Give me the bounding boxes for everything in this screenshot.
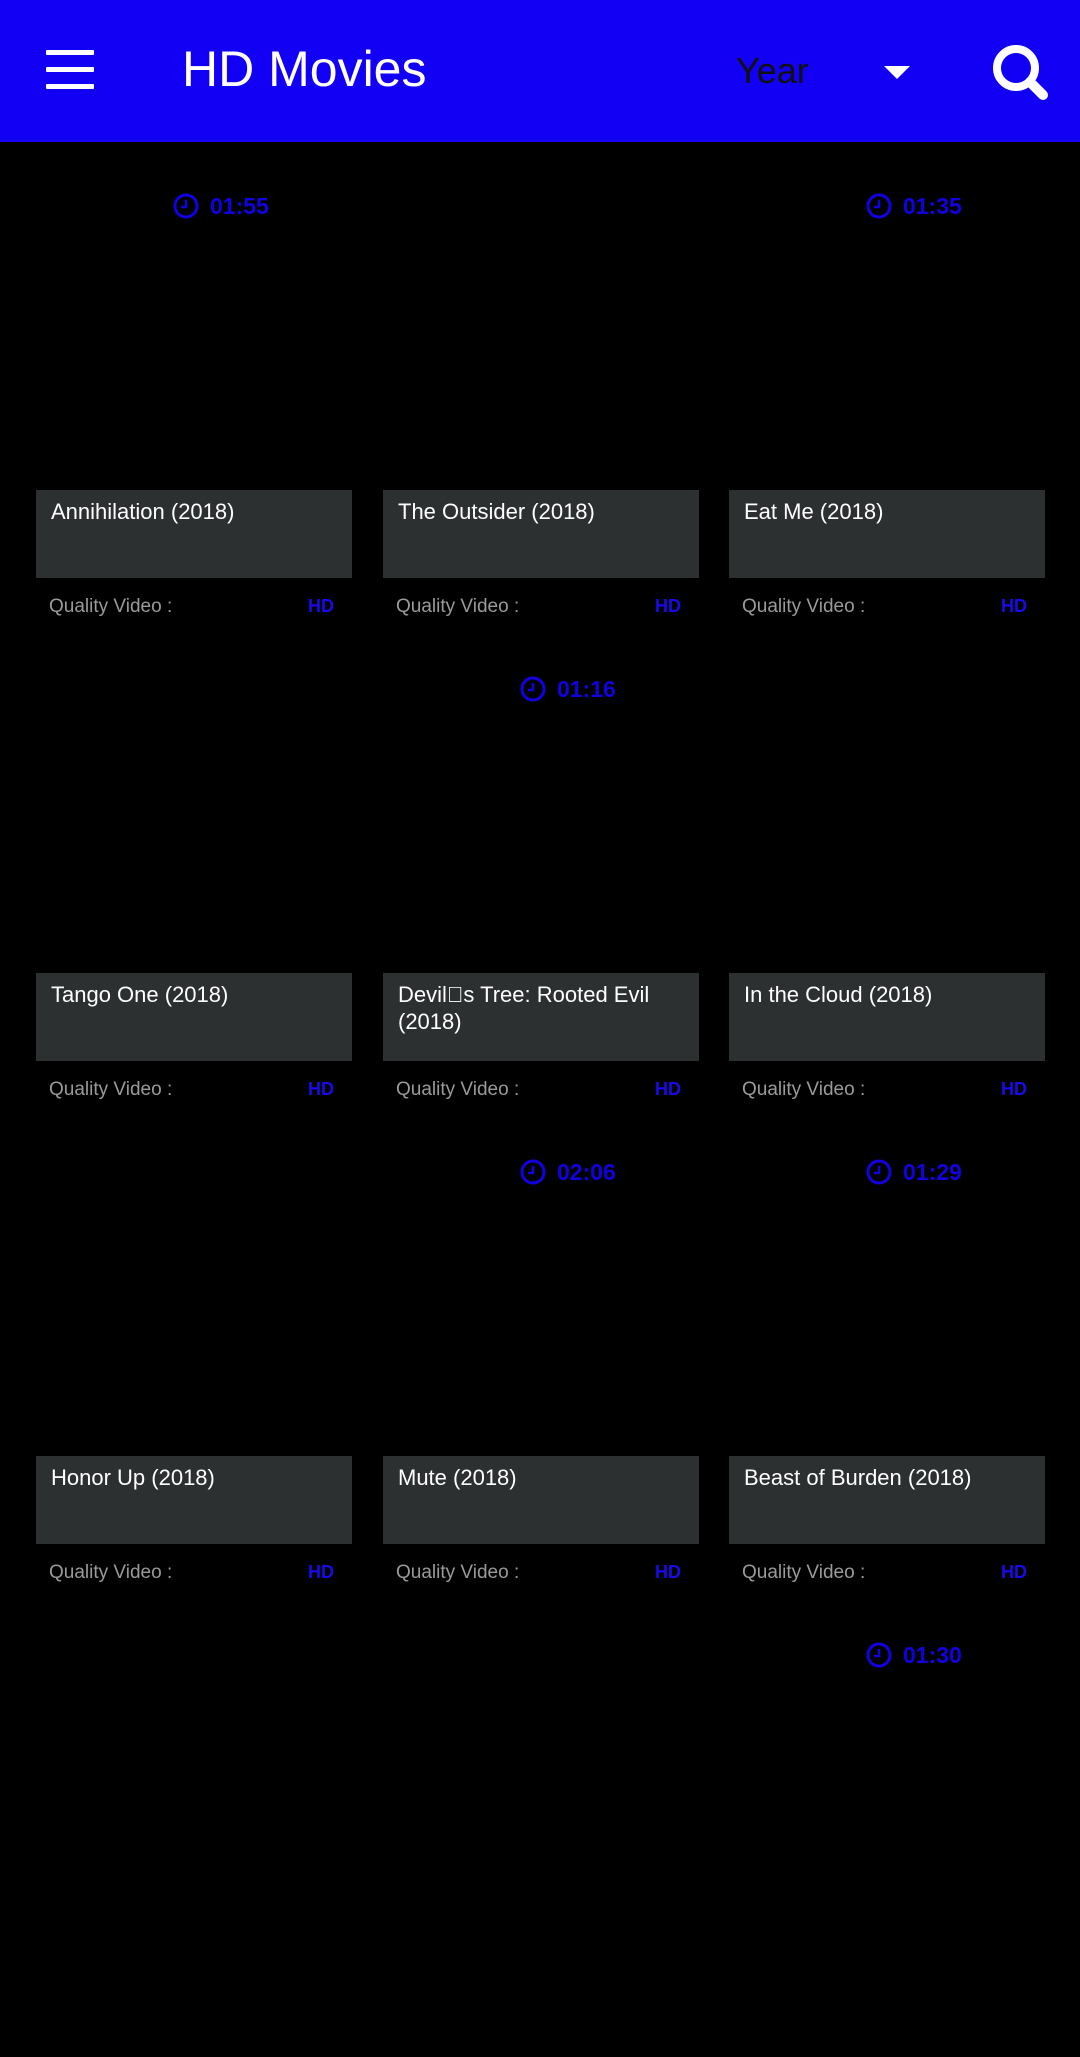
- menu-line: [46, 67, 94, 72]
- movie-card[interactable]: [36, 1591, 352, 2057]
- movie-title: Tango One (2018): [51, 982, 229, 1007]
- movie-thumbnail[interactable]: 01:30: [729, 1591, 1045, 1939]
- movie-card[interactable]: 02:06 Mute (2018) Quality Video : HD: [383, 1108, 699, 1583]
- movie-card[interactable]: 01:55 Annihilation (2018) Quality Video : H…: [36, 142, 352, 617]
- quality-label: Quality Video :: [396, 596, 520, 617]
- search-icon[interactable]: [980, 36, 1060, 106]
- duration-badge: 01:55: [172, 190, 269, 222]
- movie-title-box[interactable]: Annihilation (2018): [36, 490, 352, 578]
- duration-text: 01:55: [210, 192, 269, 219]
- movie-title-box[interactable]: The Outsider (2018): [383, 490, 699, 578]
- duration-text: 02:06: [557, 1158, 616, 1185]
- quality-row: Quality Video : HD: [36, 1075, 352, 1105]
- quality-row: Quality Video : HD: [383, 1558, 699, 1588]
- duration-badge: 01:30: [865, 1639, 962, 1671]
- quality-badge: HD: [308, 596, 334, 616]
- quality-label: Quality Video :: [396, 1562, 520, 1583]
- quality-badge: HD: [655, 1079, 681, 1099]
- quality-badge: HD: [655, 1562, 681, 1582]
- movie-card[interactable]: In the Cloud (2018) Quality Video : HD: [729, 625, 1045, 1100]
- hamburger-menu-icon[interactable]: [30, 36, 110, 106]
- movie-title: Devil s Tree: Rooted Evil (2018): [398, 982, 650, 1034]
- quality-label: Quality Video :: [49, 596, 173, 617]
- movie-title-box[interactable]: Mute (2018): [383, 1456, 699, 1544]
- movie-grid: 01:55 Annihilation (2018) Quality Video :H…: [0, 142, 1080, 1939]
- clock-icon: [519, 675, 547, 703]
- movie-title: Beast of Burden (2018): [744, 1465, 972, 1490]
- quality-row: Quality Video : HD: [383, 592, 699, 622]
- movie-title: Honor Up (2018): [51, 1465, 215, 1490]
- year-filter-dropdown[interactable]: Year: [720, 40, 930, 104]
- movie-title: Mute (2018): [398, 1465, 517, 1490]
- movie-title-box[interactable]: Devil s Tree: Rooted Evil (2018): [383, 973, 699, 1061]
- quality-row: Quality Video : HD: [383, 1075, 699, 1105]
- app-title: HD Movies: [182, 41, 427, 97]
- duration-text: 01:35: [903, 192, 962, 219]
- movie-thumbnail[interactable]: [383, 142, 699, 490]
- quality-row: Quality Video : HD: [729, 592, 1045, 622]
- movie-card[interactable]: 01:16 Devil s Tree: Rooted Evil (2018) Qua…: [383, 625, 699, 1100]
- duration-badge: 01:35: [865, 190, 962, 222]
- movie-thumbnail[interactable]: 02:06: [383, 1108, 699, 1456]
- quality-row: Quality Video : HD: [729, 1558, 1045, 1588]
- dropdown-arrow-icon: [884, 66, 910, 79]
- movie-thumbnail[interactable]: [36, 1591, 352, 1939]
- clock-icon: [519, 1158, 547, 1186]
- movie-title: In the Cloud (2018): [744, 982, 933, 1007]
- quality-badge: HD: [1001, 596, 1027, 616]
- quality-badge: HD: [1001, 1562, 1027, 1582]
- movie-card[interactable]: 01:29 Beast of Burden (2018) Quality Video…: [729, 1108, 1045, 1583]
- movie-thumbnail[interactable]: [36, 625, 352, 973]
- duration-text: 01:30: [903, 1641, 962, 1668]
- year-filter-label: Year: [736, 50, 809, 91]
- movie-title-box[interactable]: Beast of Burden (2018): [729, 1456, 1045, 1544]
- duration-badge: 01:29: [865, 1156, 962, 1188]
- clock-icon: [865, 192, 893, 220]
- quality-row: Quality Video : HD: [36, 1558, 352, 1588]
- duration-text: 01:16: [557, 675, 616, 702]
- movie-thumbnail[interactable]: [36, 1108, 352, 1456]
- movie-title-box[interactable]: Honor Up (2018): [36, 1456, 352, 1544]
- quality-label: Quality Video :: [49, 1079, 173, 1100]
- clock-icon: [865, 1158, 893, 1186]
- movie-title: Eat Me (2018): [744, 499, 884, 524]
- quality-label: Quality Video :: [742, 596, 866, 617]
- movie-thumbnail[interactable]: 01:16: [383, 625, 699, 973]
- movie-title-box[interactable]: Tango One (2018): [36, 973, 352, 1061]
- movie-title: Annihilation (2018): [51, 499, 235, 524]
- quality-row: Quality Video : HD: [36, 592, 352, 622]
- movie-card[interactable]: [383, 1591, 699, 2057]
- quality-badge: HD: [308, 1562, 334, 1582]
- movie-thumbnail[interactable]: [383, 1591, 699, 1939]
- movie-title: The Outsider (2018): [398, 499, 595, 524]
- movie-title-box[interactable]: Eat Me (2018): [729, 490, 1045, 578]
- movie-card[interactable]: The Outsider (2018) Quality Video : HD: [383, 142, 699, 617]
- movie-card[interactable]: 01:30: [729, 1591, 1045, 2057]
- app-bar: HD Movies Year: [0, 0, 1080, 142]
- duration-text: 01:29: [903, 1158, 962, 1185]
- movie-thumbnail[interactable]: 01:29: [729, 1108, 1045, 1456]
- menu-line: [46, 84, 94, 89]
- quality-label: Quality Video :: [49, 1562, 173, 1583]
- duration-badge: 01:16: [519, 673, 616, 705]
- movie-card[interactable]: Tango One (2018) Quality Video : HD: [36, 625, 352, 1100]
- movie-thumbnail[interactable]: [729, 625, 1045, 973]
- quality-label: Quality Video :: [742, 1079, 866, 1100]
- quality-row: Quality Video : HD: [729, 1075, 1045, 1105]
- quality-label: Quality Video :: [742, 1562, 866, 1583]
- movie-title-box[interactable]: In the Cloud (2018): [729, 973, 1045, 1061]
- movie-thumbnail[interactable]: 01:55: [36, 142, 352, 490]
- clock-icon: [172, 192, 200, 220]
- movie-card[interactable]: Honor Up (2018) Quality Video : HD: [36, 1108, 352, 1583]
- movie-card[interactable]: 01:35 Eat Me (2018) Quality Video : HD: [729, 142, 1045, 617]
- clock-icon: [865, 1641, 893, 1669]
- movie-thumbnail[interactable]: 01:35: [729, 142, 1045, 490]
- menu-line: [46, 50, 94, 55]
- quality-badge: HD: [308, 1079, 334, 1099]
- duration-badge: 02:06: [519, 1156, 616, 1188]
- quality-label: Quality Video :: [396, 1079, 520, 1100]
- quality-badge: HD: [655, 596, 681, 616]
- quality-badge: HD: [1001, 1079, 1027, 1099]
